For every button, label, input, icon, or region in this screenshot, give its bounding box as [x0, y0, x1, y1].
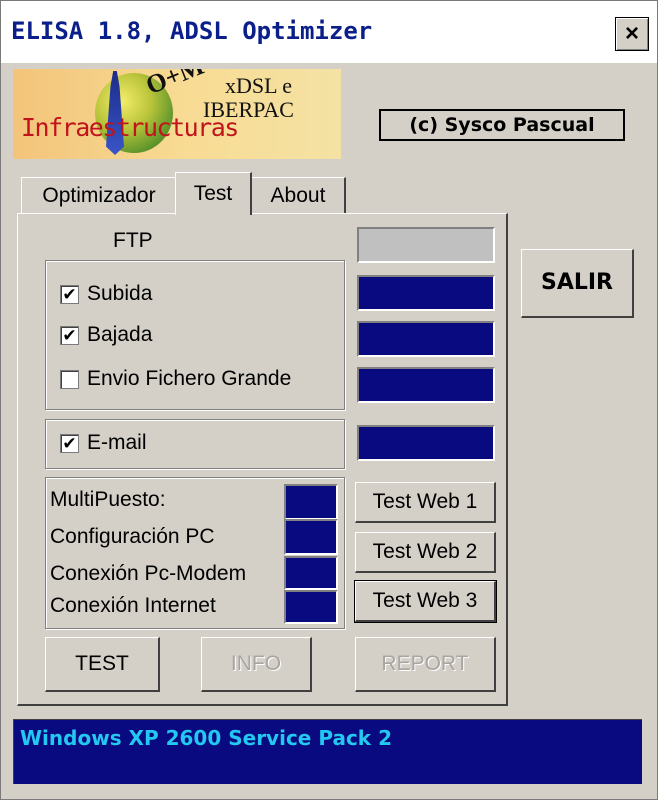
- conexion-internet-label: Conexión Internet: [50, 594, 216, 617]
- tab-about[interactable]: About: [251, 177, 346, 214]
- subida-checkbox[interactable]: ✔: [60, 284, 79, 304]
- os-version-status: Windows XP 2600 Service Pack 2: [20, 726, 392, 750]
- close-button[interactable]: ×: [615, 17, 649, 51]
- ftp-progress-bar: [357, 227, 495, 263]
- conexion-pc-modem-label: Conexión Pc-Modem: [50, 562, 247, 585]
- envio-label: Envio Fichero Grande: [87, 367, 292, 390]
- configuracion-pc-indicator: [284, 519, 338, 555]
- email-label: E-mail: [87, 431, 147, 454]
- bajada-progress-bar: [357, 321, 495, 357]
- multipuesto-indicator: [284, 484, 338, 520]
- ftp-label: FTP: [113, 229, 153, 252]
- logo-xdsl-text: xDSL e: [225, 73, 293, 98]
- logo-om-text: O+M: [141, 69, 208, 101]
- configuracion-pc-label: Configuración PC: [50, 525, 215, 548]
- bajada-checkbox[interactable]: ✔: [60, 325, 79, 345]
- test-web-1-button[interactable]: Test Web 1: [355, 482, 496, 523]
- test-button[interactable]: TEST: [45, 637, 160, 692]
- subida-progress-bar: [357, 275, 495, 311]
- conexion-internet-indicator: [284, 590, 338, 624]
- window-title: ELISA 1.8, ADSL Optimizer: [11, 17, 373, 45]
- envio-checkbox[interactable]: [60, 369, 79, 389]
- salir-button[interactable]: SALIR: [521, 249, 634, 318]
- envio-progress-bar: [357, 367, 495, 403]
- app-window: ELISA 1.8, ADSL Optimizer × O+M xDSL e I…: [0, 0, 658, 800]
- subida-label: Subida: [87, 282, 153, 305]
- envio-checkbox-row[interactable]: Envio Fichero Grande: [60, 367, 291, 391]
- conexion-pc-modem-indicator: [284, 556, 338, 590]
- tab-test[interactable]: Test: [175, 172, 252, 215]
- multipuesto-label: MultiPuesto:: [50, 488, 166, 511]
- subida-checkbox-row[interactable]: ✔ Subida: [60, 282, 152, 306]
- report-button[interactable]: REPORT: [355, 637, 496, 692]
- tab-optimizador[interactable]: Optimizador: [21, 177, 178, 214]
- bajada-label: Bajada: [87, 323, 153, 346]
- copyright-label: (c) Sysco Pascual: [379, 109, 625, 141]
- bajada-checkbox-row[interactable]: ✔ Bajada: [60, 323, 152, 347]
- logo-infra-text: Infraestructuras: [21, 113, 239, 142]
- status-bar: Windows XP 2600 Service Pack 2: [13, 719, 642, 784]
- email-progress-bar: [357, 425, 495, 461]
- test-web-3-button[interactable]: Test Web 3: [354, 580, 497, 623]
- info-button[interactable]: INFO: [201, 637, 312, 692]
- logo: O+M xDSL e IBERPAC Infraestructuras: [13, 69, 341, 159]
- close-icon: ×: [624, 20, 639, 47]
- title-bar: ELISA 1.8, ADSL Optimizer ×: [1, 1, 657, 63]
- email-checkbox-row[interactable]: ✔ E-mail: [60, 431, 147, 455]
- email-checkbox[interactable]: ✔: [60, 433, 79, 453]
- test-web-2-button[interactable]: Test Web 2: [355, 532, 496, 573]
